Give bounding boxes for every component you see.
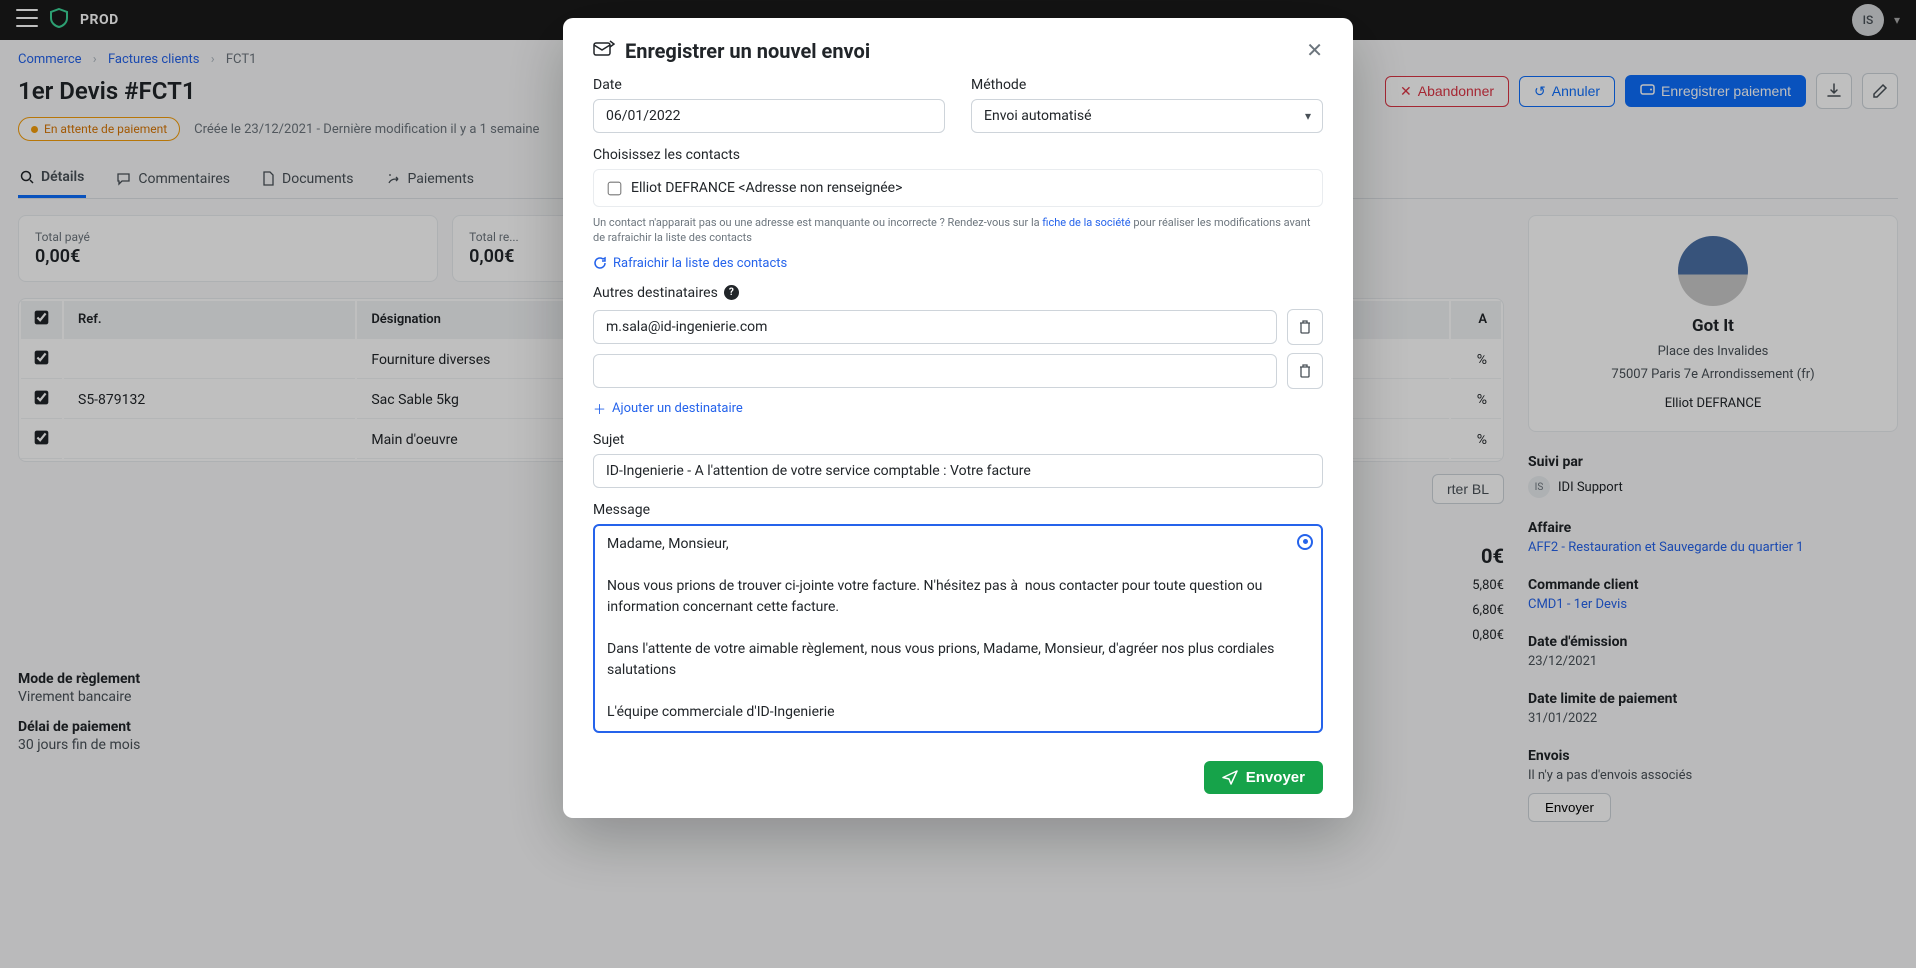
close-icon[interactable]: ✕ bbox=[1306, 38, 1323, 63]
message-label: Message bbox=[593, 502, 1323, 518]
date-field[interactable] bbox=[593, 99, 945, 133]
trash-icon bbox=[1298, 363, 1312, 378]
contacts-help: Un contact n'apparait pas ou une adresse… bbox=[593, 215, 1323, 246]
autres-dest-label: Autres destinataires bbox=[593, 285, 718, 301]
focus-indicator-icon bbox=[1297, 534, 1313, 550]
societe-link[interactable]: fiche de la société bbox=[1042, 216, 1130, 229]
refresh-icon bbox=[593, 256, 607, 270]
date-label: Date bbox=[593, 77, 945, 93]
mail-icon bbox=[593, 39, 615, 63]
methode-select[interactable]: Envoi automatisé bbox=[971, 99, 1323, 133]
contact-name: Elliot DEFRANCE <Adresse non renseignée> bbox=[631, 180, 902, 196]
plus-icon: ＋ bbox=[593, 399, 606, 418]
send-button-label: Envoyer bbox=[1246, 769, 1305, 786]
delete-dest-button[interactable] bbox=[1287, 309, 1323, 345]
sujet-field[interactable] bbox=[593, 454, 1323, 488]
add-dest-label: Ajouter un destinataire bbox=[612, 401, 743, 416]
dest-email-field[interactable] bbox=[593, 310, 1277, 344]
methode-label: Méthode bbox=[971, 77, 1323, 93]
delete-dest-button[interactable] bbox=[1287, 353, 1323, 389]
new-send-modal: Enregistrer un nouvel envoi ✕ Date Métho… bbox=[563, 18, 1353, 818]
info-icon[interactable]: ? bbox=[724, 285, 739, 300]
choose-contacts-label: Choisissez les contacts bbox=[593, 147, 1323, 163]
sujet-label: Sujet bbox=[593, 432, 1323, 448]
modal-title: Enregistrer un nouvel envoi bbox=[625, 39, 870, 63]
add-dest-link[interactable]: ＋ Ajouter un destinataire bbox=[593, 399, 1323, 418]
contact-checkbox[interactable] bbox=[608, 181, 622, 195]
send-button[interactable]: Envoyer bbox=[1204, 761, 1323, 794]
refresh-contacts-link[interactable]: Rafraichir la liste des contacts bbox=[593, 256, 1323, 271]
refresh-contacts-label: Rafraichir la liste des contacts bbox=[613, 256, 787, 271]
message-textarea[interactable]: Madame, Monsieur, Nous vous prions de tr… bbox=[593, 524, 1323, 733]
trash-icon bbox=[1298, 319, 1312, 334]
dest-email-field-empty[interactable] bbox=[593, 354, 1277, 388]
send-icon bbox=[1222, 770, 1238, 785]
